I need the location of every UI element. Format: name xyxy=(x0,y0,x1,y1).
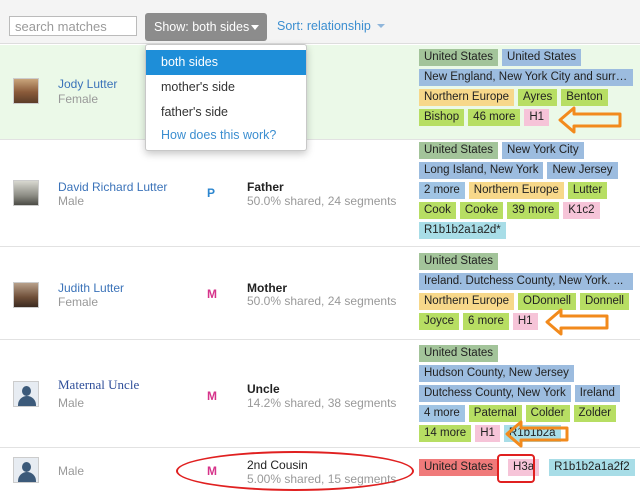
country-tag[interactable]: United States xyxy=(419,49,499,66)
show-sides-menu: both sides mother's side father's side H… xyxy=(145,44,307,151)
more-surnames-tag[interactable]: 6 more xyxy=(463,313,509,330)
mt-haplogroup-tag[interactable]: H1 xyxy=(512,313,538,330)
toolbar: Show: both sides Sort: relationship xyxy=(0,0,640,44)
country-tag[interactable]: United States xyxy=(419,142,499,159)
y-haplogroup-tag[interactable]: R1b1b2a1a2f2 xyxy=(549,459,635,476)
orange-arrow-annotation xyxy=(545,308,609,336)
country-tag[interactable]: United States xyxy=(419,345,499,362)
parental-side-indicator: P xyxy=(207,186,216,200)
more-surnames-tag[interactable]: 39 more xyxy=(507,202,560,219)
parental-side-indicator: M xyxy=(207,389,217,403)
avatar[interactable] xyxy=(13,457,39,483)
avatar[interactable] xyxy=(13,78,39,104)
region-tag[interactable]: Ireland xyxy=(574,385,620,402)
show-sides-dropdown-button[interactable]: Show: both sides xyxy=(145,13,267,41)
orange-arrow-annotation xyxy=(505,420,569,448)
surname-tag[interactable]: Joyce xyxy=(419,313,460,330)
sort-label: Sort: relationship xyxy=(277,19,371,33)
y-haplogroup-tag[interactable]: R1b1b2a1a2d* xyxy=(419,222,506,239)
chevron-down-icon xyxy=(376,24,385,28)
shared-dna-summary: 50.0% shared, 24 segments xyxy=(247,194,397,208)
match-name-link[interactable]: Maternal Uncle xyxy=(58,377,139,393)
mt-haplogroup-tag[interactable]: K1c2 xyxy=(563,202,600,219)
match-gender: Male xyxy=(58,464,85,478)
menu-item-mothers-side[interactable]: mother's side xyxy=(146,75,306,100)
more-regions-tag[interactable]: 2 more xyxy=(419,182,465,199)
surname-tag[interactable]: Bishop xyxy=(419,109,465,126)
more-surnames-tag[interactable]: 14 more xyxy=(419,425,472,442)
ancestry-tag[interactable]: Northern Europe xyxy=(419,89,515,106)
country-tag[interactable]: United States xyxy=(502,49,582,66)
match-gender: Female xyxy=(58,92,99,106)
match-row[interactable]: Jody Lutter Female United States United … xyxy=(0,45,640,140)
avatar[interactable] xyxy=(13,381,39,407)
chevron-down-icon xyxy=(251,25,259,30)
region-tag[interactable]: Dutchess County, New York xyxy=(419,385,571,402)
region-tag[interactable]: Hudson County, New Jersey xyxy=(419,365,574,382)
match-gender: Male xyxy=(58,396,85,410)
shared-dna-summary: 50.0% shared, 24 segments xyxy=(247,294,397,308)
match-row[interactable]: David Richard Lutter Male P Father 50.0%… xyxy=(0,141,640,247)
mt-haplogroup-tag[interactable]: H1 xyxy=(524,109,550,126)
surname-tag[interactable]: Zolder xyxy=(573,405,617,422)
avatar[interactable] xyxy=(13,180,39,206)
ancestry-tag[interactable]: Northern Europe xyxy=(468,182,564,199)
red-box-annotation xyxy=(497,454,535,483)
match-name-link[interactable]: Jody Lutter xyxy=(58,77,117,91)
country-tag[interactable]: United States xyxy=(419,253,499,270)
match-name-link[interactable]: David Richard Lutter xyxy=(58,180,167,194)
match-name-link[interactable]: Judith Lutter xyxy=(58,281,124,295)
surname-tag[interactable]: Benton xyxy=(561,89,608,106)
region-tag[interactable]: New England, New York City and surro... xyxy=(419,69,633,86)
relationship-label: Mother xyxy=(247,281,287,295)
surname-tag[interactable]: Ayres xyxy=(518,89,558,106)
sort-dropdown-link[interactable]: Sort: relationship xyxy=(277,19,385,33)
match-row[interactable]: Judith Lutter Female M Mother 50.0% shar… xyxy=(0,248,640,340)
parental-side-indicator: M xyxy=(207,287,217,301)
region-tag[interactable]: Ireland. Dutchess County, New York. ... xyxy=(419,273,633,290)
surname-tag[interactable]: Cook xyxy=(419,202,456,219)
match-gender: Female xyxy=(58,295,99,309)
match-gender: Male xyxy=(58,194,85,208)
country-tag[interactable]: United States xyxy=(419,459,499,476)
match-tags: United States New York City Long Island,… xyxy=(419,142,639,239)
mt-haplogroup-tag[interactable]: H1 xyxy=(475,425,500,442)
menu-item-fathers-side[interactable]: father's side xyxy=(146,100,306,125)
orange-arrow-annotation xyxy=(558,106,622,134)
menu-item-both-sides[interactable]: both sides xyxy=(146,50,306,75)
region-tag[interactable]: New York City xyxy=(502,142,584,159)
avatar[interactable] xyxy=(13,282,39,308)
relationship-label: Father xyxy=(247,180,284,194)
relationship-label: Uncle xyxy=(247,382,280,396)
region-tag[interactable]: Long Island, New York xyxy=(419,162,544,179)
surname-tag[interactable]: Lutter xyxy=(567,182,608,199)
shared-dna-summary: 14.2% shared, 38 segments xyxy=(247,396,397,410)
more-surnames-tag[interactable]: 46 more xyxy=(468,109,521,126)
show-sides-label: Show: both sides xyxy=(154,20,250,34)
search-input[interactable] xyxy=(9,16,137,36)
red-ellipse-annotation xyxy=(176,451,414,491)
ancestry-tag[interactable]: Northern Europe xyxy=(419,293,515,310)
surname-tag[interactable]: Cooke xyxy=(459,202,504,219)
region-tag[interactable]: New Jersey xyxy=(547,162,618,179)
how-does-this-work-link[interactable]: How does this work? xyxy=(146,123,306,148)
more-regions-tag[interactable]: 4 more xyxy=(419,405,465,422)
